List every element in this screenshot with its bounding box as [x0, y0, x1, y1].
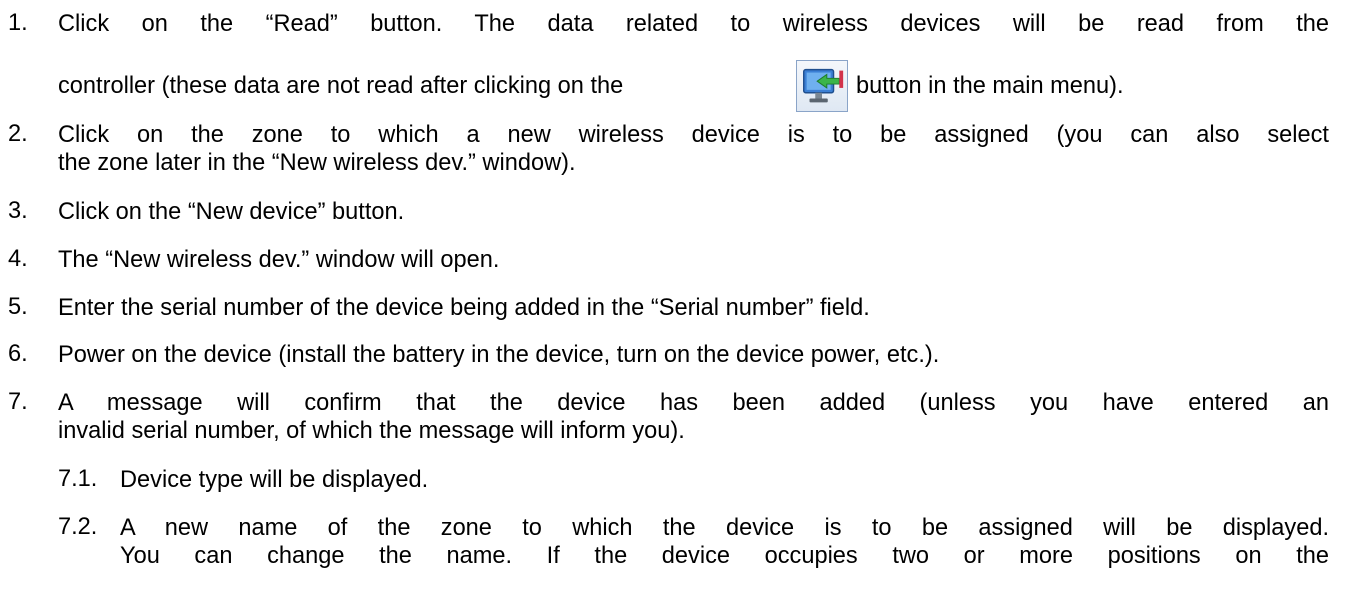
step-5-number: 5. [8, 294, 28, 320]
step-6-number: 6. [8, 341, 28, 367]
step-7-2-text-line-2: You can change the name. If the device o… [120, 543, 1329, 569]
step-6-text-line-1: Power on the device (install the battery… [58, 342, 940, 368]
step-7-2-text-line-1: A new name of the zone to which the devi… [120, 515, 1329, 541]
step-7-number: 7. [8, 389, 28, 415]
step-2-text-line-1: Click on the zone to which a new wireles… [58, 122, 1329, 148]
step-3-text-line-1: Click on the “New device” button. [58, 199, 405, 225]
step-7-1-number: 7.1. [58, 466, 98, 492]
step-5-text-line-1: Enter the serial number of the device be… [58, 295, 870, 321]
step-3-number: 3. [8, 198, 28, 224]
step-7-2-number: 7.2. [58, 514, 98, 540]
step-7-text-line-1: A message will confirm that the device h… [58, 390, 1329, 416]
step-1-text-line-2b: button in the main menu). [856, 73, 1124, 99]
document-page: 1. Click on the “Read” button. The data … [0, 0, 1349, 591]
step-4-number: 4. [8, 246, 28, 272]
step-7-text-line-2: invalid serial number, of which the mess… [58, 418, 685, 444]
step-1-text-line-2a: controller (these data are not read afte… [58, 73, 624, 99]
step-1-number: 1. [8, 10, 28, 36]
monitor-read-arrow-icon-graphic [803, 68, 844, 103]
step-1-text-line-1: Click on the “Read” button. The data rel… [58, 11, 1329, 37]
step-2-text-line-2: the zone later in the “New wireless dev.… [58, 150, 576, 176]
step-2-number: 2. [8, 121, 28, 147]
step-4-text-line-1: The “New wireless dev.” window will open… [58, 247, 500, 273]
monitor-read-arrow-icon [796, 60, 848, 112]
step-7-1-text-line-1: Device type will be displayed. [120, 467, 429, 493]
